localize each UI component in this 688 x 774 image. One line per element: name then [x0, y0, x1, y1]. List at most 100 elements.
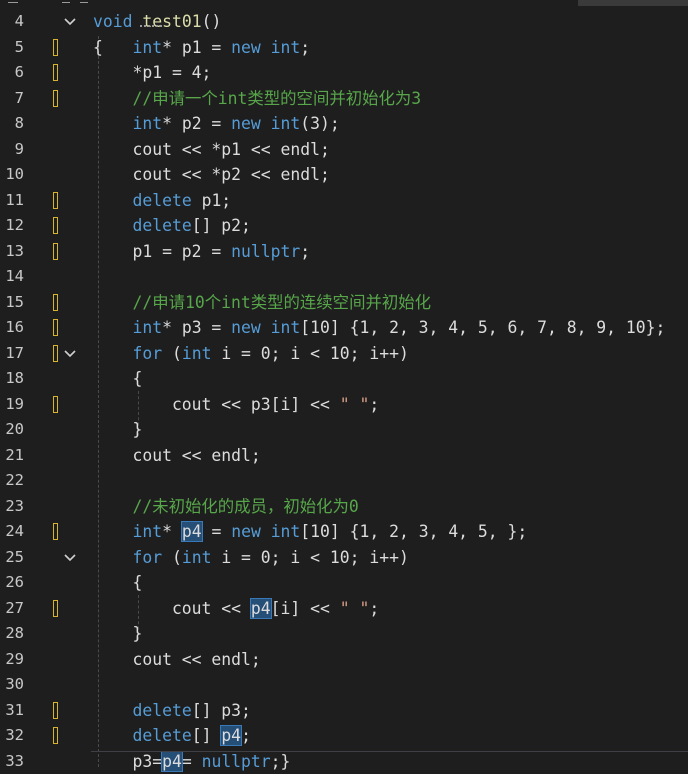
line-number: 10 [0, 162, 24, 188]
toolbar-dash [62, 2, 70, 3]
line-number: 25 [0, 545, 24, 571]
change-marker [53, 192, 58, 209]
code-text[interactable]: { [93, 366, 142, 392]
code-text[interactable]: cout << p3[i] << " "; [93, 392, 379, 418]
code-line[interactable]: 15 //申请10个int类型的连续空间并初始化 [0, 290, 688, 316]
code-line[interactable]: 14 [0, 264, 688, 290]
code-text[interactable]: delete p1; [93, 188, 231, 214]
line-number: 7 [0, 86, 24, 112]
code-text[interactable]: { [93, 570, 142, 596]
line-number: 9 [0, 137, 24, 163]
code-line[interactable]: 17 for (int i = 0; i < 10; i++) [0, 341, 688, 367]
code-text[interactable]: cout << *p1 << endl; [93, 137, 330, 163]
code-text[interactable]: cout << endl; [93, 443, 261, 469]
code-line[interactable]: 6 *p1 = 4; [0, 60, 688, 86]
code-line[interactable]: 4void test01() [0, 9, 688, 35]
code-text[interactable]: //申请一个int类型的空间并初始化为3 [93, 86, 421, 112]
change-marker [53, 39, 58, 56]
change-marker [53, 727, 58, 744]
line-number: 23 [0, 494, 24, 520]
code-text[interactable]: } [93, 621, 142, 647]
line-number: 13 [0, 239, 24, 265]
line-number: 33 [0, 749, 24, 774]
code-editor[interactable]: 4void test01()5{ int* p1 = new int;6 *p1… [0, 0, 688, 767]
line-number: 6 [0, 60, 24, 86]
code-line[interactable]: 29 cout << endl; [0, 647, 688, 673]
code-text[interactable]: for (int i = 0; i < 10; i++) [93, 545, 409, 571]
line-number: 20 [0, 417, 24, 443]
code-line[interactable]: 9 cout << *p1 << endl; [0, 137, 688, 163]
fold-chevron-icon[interactable] [63, 553, 77, 563]
code-text[interactable]: //申请10个int类型的连续空间并初始化 [93, 290, 431, 316]
code-line[interactable]: 16 int* p3 = new int[10] {1, 2, 3, 4, 5,… [0, 315, 688, 341]
code-text[interactable]: for (int i = 0; i < 10; i++) [93, 341, 409, 367]
code-line[interactable]: 18 { [0, 366, 688, 392]
code-line[interactable]: 5 { int* p1 = new int; [0, 35, 688, 61]
code-text[interactable]: cout << endl; [93, 647, 261, 673]
change-marker [53, 64, 58, 81]
line-number: 17 [0, 341, 24, 367]
code-line[interactable]: 28 } [0, 621, 688, 647]
line-number: 26 [0, 570, 24, 596]
code-text[interactable]: *p1 = 4; [93, 60, 211, 86]
intellisense-squiggle [140, 22, 162, 27]
code-line[interactable]: 13 p1 = p2 = nullptr; [0, 239, 688, 265]
line-number: 21 [0, 443, 24, 469]
change-marker [53, 345, 58, 362]
line-number: 14 [0, 264, 24, 290]
code-line[interactable]: 7 //申请一个int类型的空间并初始化为3 [0, 86, 688, 112]
code-text[interactable]: { int* p1 = new int; [93, 35, 310, 61]
code-line[interactable]: 25 for (int i = 0; i < 10; i++) [0, 545, 688, 571]
line-number: 4 [0, 9, 24, 35]
current-line-highlight [91, 751, 688, 768]
line-number: 5 [0, 35, 24, 61]
code-text[interactable]: delete[] p3; [93, 698, 251, 724]
code-text[interactable]: p1 = p2 = nullptr; [93, 239, 310, 265]
code-text[interactable]: delete[] p4; [93, 723, 251, 749]
code-text[interactable]: //未初始化的成员，初始化为0 [93, 494, 359, 520]
code-line[interactable]: 31 delete[] p3; [0, 698, 688, 724]
line-number: 18 [0, 366, 24, 392]
line-number: 16 [0, 315, 24, 341]
line-number: 19 [0, 392, 24, 418]
code-line[interactable]: 24 int* p4 = new int[10] {1, 2, 3, 4, 5,… [0, 519, 688, 545]
fold-chevron-icon[interactable] [63, 17, 77, 27]
line-number: 32 [0, 723, 24, 749]
code-line[interactable]: 23 //未初始化的成员，初始化为0 [0, 494, 688, 520]
change-marker [53, 90, 58, 107]
fold-chevron-icon[interactable] [63, 349, 77, 359]
line-number: 24 [0, 519, 24, 545]
code-line[interactable]: 11 delete p1; [0, 188, 688, 214]
code-line[interactable]: 27 cout << p4[i] << " "; [0, 596, 688, 622]
code-line[interactable]: 30 [0, 672, 688, 698]
line-number: 8 [0, 111, 24, 137]
change-marker [53, 523, 58, 540]
change-marker [53, 217, 58, 234]
code-line[interactable]: 32 delete[] p4; [0, 723, 688, 749]
code-text[interactable]: } [93, 417, 142, 443]
code-line[interactable]: 21 cout << endl; [0, 443, 688, 469]
toolbar-dash [80, 2, 88, 3]
code-line[interactable]: 26 { [0, 570, 688, 596]
code-text[interactable]: int* p3 = new int[10] {1, 2, 3, 4, 5, 6,… [93, 315, 665, 341]
code-line[interactable]: 20 } [0, 417, 688, 443]
line-number: 31 [0, 698, 24, 724]
code-text[interactable]: cout << *p2 << endl; [93, 162, 330, 188]
change-marker [53, 702, 58, 719]
line-number: 27 [0, 596, 24, 622]
code-line[interactable]: 12 delete[] p2; [0, 213, 688, 239]
code-text[interactable]: delete[] p2; [93, 213, 251, 239]
code-text[interactable]: int* p2 = new int(3); [93, 111, 340, 137]
code-text[interactable]: int* p4 = new int[10] {1, 2, 3, 4, 5, }; [93, 519, 527, 545]
change-marker [53, 600, 58, 617]
line-number: 22 [0, 468, 24, 494]
code-line[interactable]: 10 cout << *p2 << endl; [0, 162, 688, 188]
line-number: 30 [0, 672, 24, 698]
code-line[interactable]: 8 int* p2 = new int(3); [0, 111, 688, 137]
code-line[interactable]: 19 cout << p3[i] << " "; [0, 392, 688, 418]
code-line[interactable]: 22 [0, 468, 688, 494]
line-number: 29 [0, 647, 24, 673]
line-number: 15 [0, 290, 24, 316]
code-text[interactable]: cout << p4[i] << " "; [93, 596, 379, 622]
change-marker [53, 294, 58, 311]
